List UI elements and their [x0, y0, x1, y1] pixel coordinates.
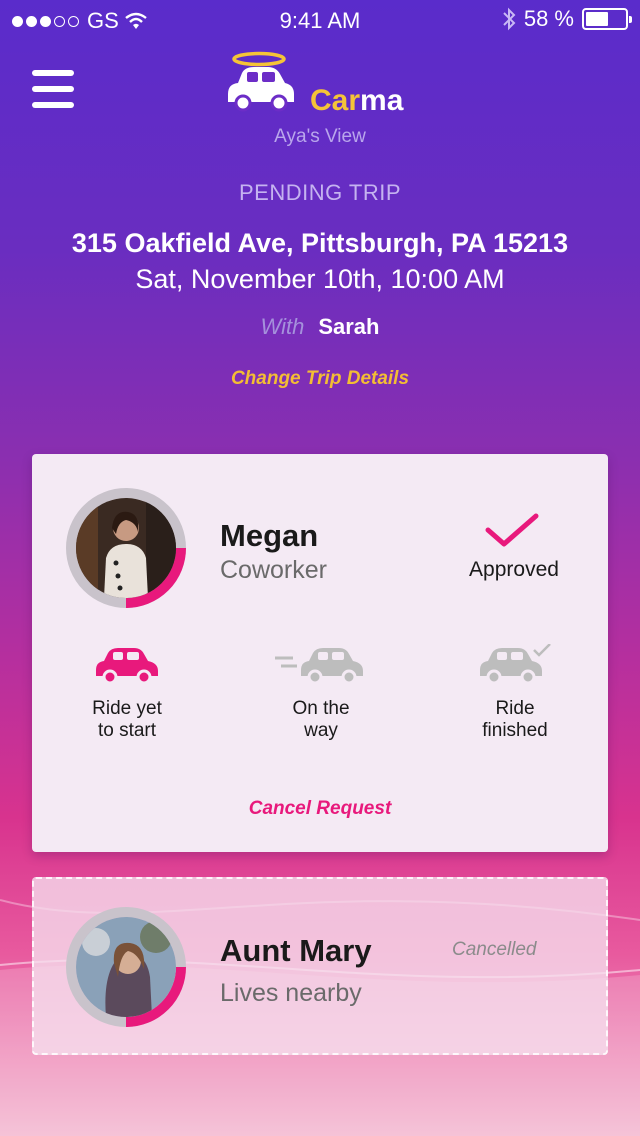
car-icon: [96, 648, 158, 684]
request-card-megan[interactable]: Megan Coworker Approved Ride yet to star…: [32, 454, 608, 852]
battery-percent: 58 %: [523, 6, 574, 31]
stage-label: On the way: [292, 698, 350, 741]
request-card-aunt-mary[interactable]: Aunt Mary Lives nearby Cancelled: [32, 877, 608, 1055]
stage-ride-yet-to-start: Ride yet to start: [52, 644, 202, 742]
bluetooth-icon: [503, 7, 516, 31]
stage-ride-finished: Ride finished: [440, 644, 590, 742]
cancel-request-link[interactable]: Cancel Request: [32, 798, 608, 820]
trip-datetime: Sat, November 10th, 10:00 AM: [135, 264, 505, 294]
trip-status-label: PENDING TRIP: [238, 180, 402, 205]
avatar: [76, 917, 176, 1017]
person-name: Aunt Mary: [220, 933, 372, 968]
brand-name: Carma: [310, 84, 403, 118]
person-relation: Coworker: [220, 556, 327, 584]
menu-button[interactable]: [32, 70, 74, 108]
change-trip-details-link[interactable]: Change Trip Details: [0, 368, 640, 390]
checkmark-icon: [485, 513, 539, 547]
stage-on-the-way: On the way: [246, 644, 396, 742]
avatar-ring: [66, 488, 186, 608]
status-badge: Cancelled: [452, 939, 537, 960]
with-label: With: [260, 314, 305, 339]
avatar-ring: [66, 907, 186, 1027]
status-right: 58 %: [502, 6, 632, 32]
battery-icon: [582, 8, 632, 30]
person-name: Megan: [220, 518, 319, 553]
person-relation: Lives nearby: [220, 979, 362, 1007]
brand-part-ma: ma: [360, 84, 404, 117]
trip-companion: With Sarah: [0, 314, 640, 340]
status-bar: GS 9:41 AM 58 %: [0, 0, 640, 40]
stage-label: Ride yet to start: [92, 698, 162, 741]
car-check-icon: [480, 644, 551, 684]
companion-name: Sarah: [318, 314, 380, 339]
status-badge: Approved: [469, 558, 559, 581]
hamburger-menu-icon: [32, 70, 74, 76]
stage-label: Ride finished: [482, 698, 548, 741]
trip-address: 315 Oakfield Ave, Pittsburgh, PA 15213: [71, 228, 569, 258]
brand-part-car: Car: [310, 84, 361, 117]
avatar: [76, 498, 176, 598]
view-label: Aya's View: [274, 126, 366, 147]
car-moving-icon: [275, 648, 363, 684]
